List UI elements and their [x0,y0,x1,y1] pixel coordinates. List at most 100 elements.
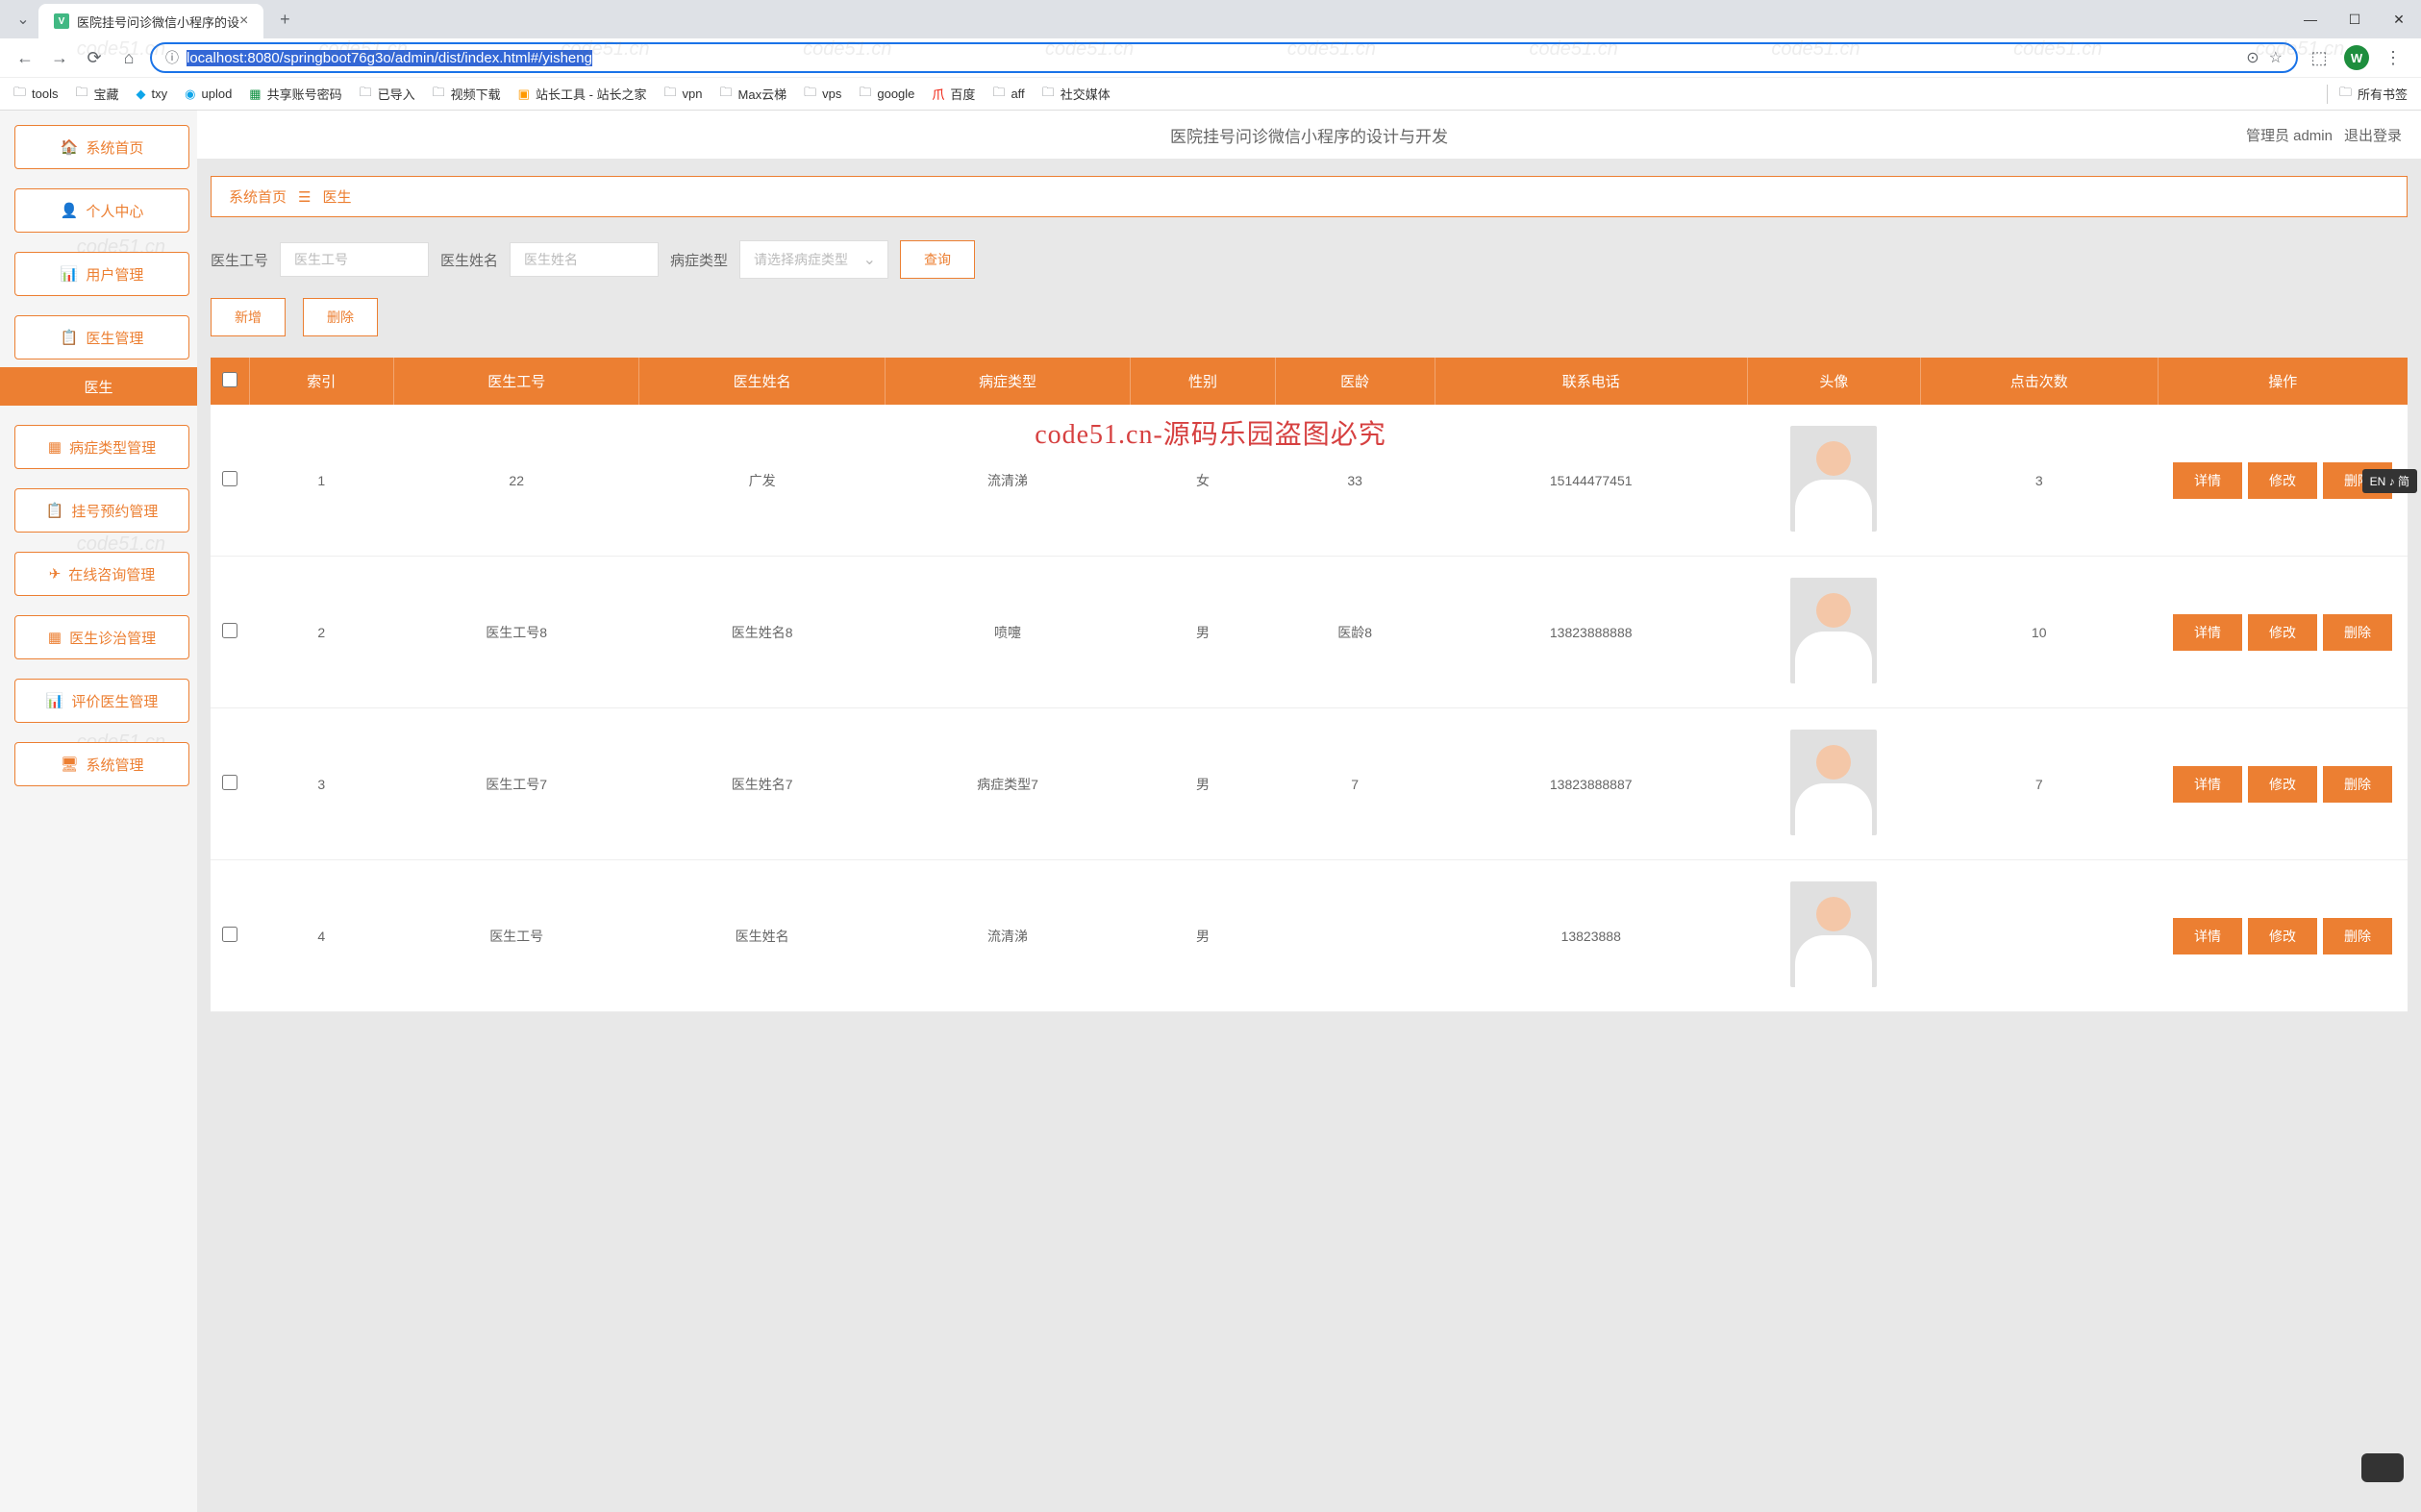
cell-age: 33 [1275,405,1435,557]
bookmark-item[interactable]: 🗀视频下载 [433,84,501,105]
disease-type-select[interactable]: 请选择病症类型 [739,240,888,279]
bookmark-item[interactable]: ▦共享账号密码 [249,85,341,103]
app-root: 🏠系统首页 👤个人中心 📊用户管理 📋医生管理 医生 ▦病症类型管理 📋挂号预约… [0,111,2421,1512]
close-icon[interactable]: × [239,12,248,30]
delete-button[interactable]: 删除 [303,298,378,336]
cell-avatar [1747,708,1920,860]
float-widget[interactable] [2361,1453,2404,1482]
link-icon: ◆ [137,87,146,102]
detail-button[interactable]: 详情 [2173,918,2242,954]
bookmark-item[interactable]: ◉uplod [185,87,232,102]
edit-button[interactable]: 修改 [2248,462,2317,499]
cell-avatar [1747,557,1920,708]
bookmark-item[interactable]: 🗀google [859,84,914,105]
url-bar[interactable]: ⓘ localhost:8080/springboot76g3o/admin/d… [150,42,2298,73]
new-tab-button[interactable]: + [271,6,298,33]
row-checkbox[interactable] [222,471,237,486]
menu-toggle-icon[interactable]: ☰ [298,188,311,206]
sidebar-item-users[interactable]: 📊用户管理 [14,252,189,296]
detail-button[interactable]: 详情 [2173,614,2242,651]
browser-tab[interactable]: V 医院挂号问诊微信小程序的设 × [38,4,263,38]
sidebar-item-home[interactable]: 🏠系统首页 [14,125,189,169]
bookmarks-bar: 🗀tools 🗀宝藏 ◆txy ◉uplod ▦共享账号密码 🗀已导入 🗀视频下… [0,77,2421,110]
cell-index: 3 [249,708,393,860]
detail-button[interactable]: 详情 [2173,766,2242,803]
sidebar-item-profile[interactable]: 👤个人中心 [14,188,189,233]
folder-icon: 🗀 [992,84,1005,105]
breadcrumb: 系统首页 ☰ 医生 [211,176,2408,217]
sidebar: 🏠系统首页 👤个人中心 📊用户管理 📋医生管理 医生 ▦病症类型管理 📋挂号预约… [0,111,197,1512]
grid-icon: ▦ [48,438,62,456]
bookmark-item[interactable]: 🗀已导入 [360,84,415,105]
site-info-icon[interactable]: ⓘ [165,48,179,67]
bookmark-item[interactable]: 🗀aff [992,84,1024,105]
sidebar-item-appointment[interactable]: 📋挂号预约管理 [14,488,189,533]
doctor-id-input[interactable] [280,242,429,277]
edit-button[interactable]: 修改 [2248,918,2317,954]
bookmark-item[interactable]: 🗀tools [13,84,58,105]
sidebar-item-system[interactable]: 🖥系统管理 [14,742,189,786]
sidebar-item-doctors[interactable]: 📋医生管理 [14,315,189,359]
col-avatar: 头像 [1747,358,1920,405]
menu-icon[interactable]: ⋮ [2377,48,2409,68]
bookmark-item[interactable]: 🗀宝藏 [75,84,118,105]
search-button[interactable]: 查询 [900,240,975,279]
extensions-icon[interactable]: ⬚ [2306,44,2333,71]
bookmark-item[interactable]: 🗀社交媒体 [1042,84,1111,105]
sidebar-item-disease-type[interactable]: ▦病症类型管理 [14,425,189,469]
cell-index: 2 [249,557,393,708]
select-all-checkbox[interactable] [222,372,237,387]
bookmark-item[interactable]: 🗀Max云梯 [720,84,787,105]
row-checkbox[interactable] [222,623,237,638]
row-delete-button[interactable]: 删除 [2323,918,2392,954]
forward-button[interactable]: → [46,44,73,71]
sidebar-item-treatment[interactable]: ▦医生诊治管理 [14,615,189,659]
browser-chrome: ⌄ V 医院挂号问诊微信小程序的设 × + — ☐ ✕ ← → ⟳ ⌂ ⓘ lo… [0,0,2421,111]
nav-bar: ← → ⟳ ⌂ ⓘ localhost:8080/springboot76g3o… [0,38,2421,77]
avatar-image [1790,426,1877,532]
cell-avatar [1747,405,1920,557]
row-delete-button[interactable]: 删除 [2323,766,2392,803]
add-button[interactable]: 新增 [211,298,286,336]
maximize-button[interactable]: ☐ [2333,0,2377,38]
close-window-button[interactable]: ✕ [2377,0,2421,38]
breadcrumb-current: 医生 [322,186,351,207]
cell-gender: 男 [1131,860,1275,1012]
cell-age: 医龄8 [1275,557,1435,708]
edit-button[interactable]: 修改 [2248,766,2317,803]
table-row: 4 医生工号 医生姓名 流清涕 男 13823888 详情 修改 删除 [211,860,2408,1012]
profile-avatar[interactable]: W [2344,45,2369,70]
sidebar-item-consult[interactable]: ✈在线咨询管理 [14,552,189,596]
bookmark-item[interactable]: 🗀vps [804,84,841,105]
col-name: 医生姓名 [639,358,885,405]
breadcrumb-home[interactable]: 系统首页 [229,186,287,207]
filter-bar: 医生工号 医生姓名 病症类型 请选择病症类型 查询 [211,240,2408,279]
bookmark-star-icon[interactable]: ☆ [2269,48,2283,67]
bookmark-item[interactable]: ◆txy [137,87,168,102]
bookmark-item[interactable]: 🗀vpn [664,84,703,105]
password-icon[interactable]: ⊙ [2246,48,2259,67]
ime-indicator[interactable]: EN ♪ 简 [2362,469,2417,493]
logout-link[interactable]: 退出登录 [2344,125,2402,145]
doctor-name-input[interactable] [510,242,659,277]
vue-icon: V [54,13,69,29]
sidebar-submenu-doctor[interactable]: 医生 [0,367,197,406]
bookmark-item[interactable]: 爪百度 [932,85,975,103]
reload-button[interactable]: ⟳ [81,44,108,71]
tab-dropdown-icon[interactable]: ⌄ [12,8,35,31]
minimize-button[interactable]: — [2288,0,2333,38]
edit-button[interactable]: 修改 [2248,614,2317,651]
filter-label-type: 病症类型 [670,250,728,270]
row-checkbox[interactable] [222,775,237,790]
back-button[interactable]: ← [12,44,38,71]
sidebar-item-review[interactable]: 📊评价医生管理 [14,679,189,723]
row-delete-button[interactable]: 删除 [2323,614,2392,651]
home-button[interactable]: ⌂ [115,44,142,71]
folder-icon: 🗀 [859,84,871,105]
cell-index: 1 [249,405,393,557]
cell-name: 医生姓名 [639,860,885,1012]
detail-button[interactable]: 详情 [2173,462,2242,499]
bookmark-item[interactable]: ▣站长工具 - 站长之家 [518,85,647,103]
row-checkbox[interactable] [222,927,237,942]
all-bookmarks[interactable]: 🗀所有书签 [2321,84,2408,105]
